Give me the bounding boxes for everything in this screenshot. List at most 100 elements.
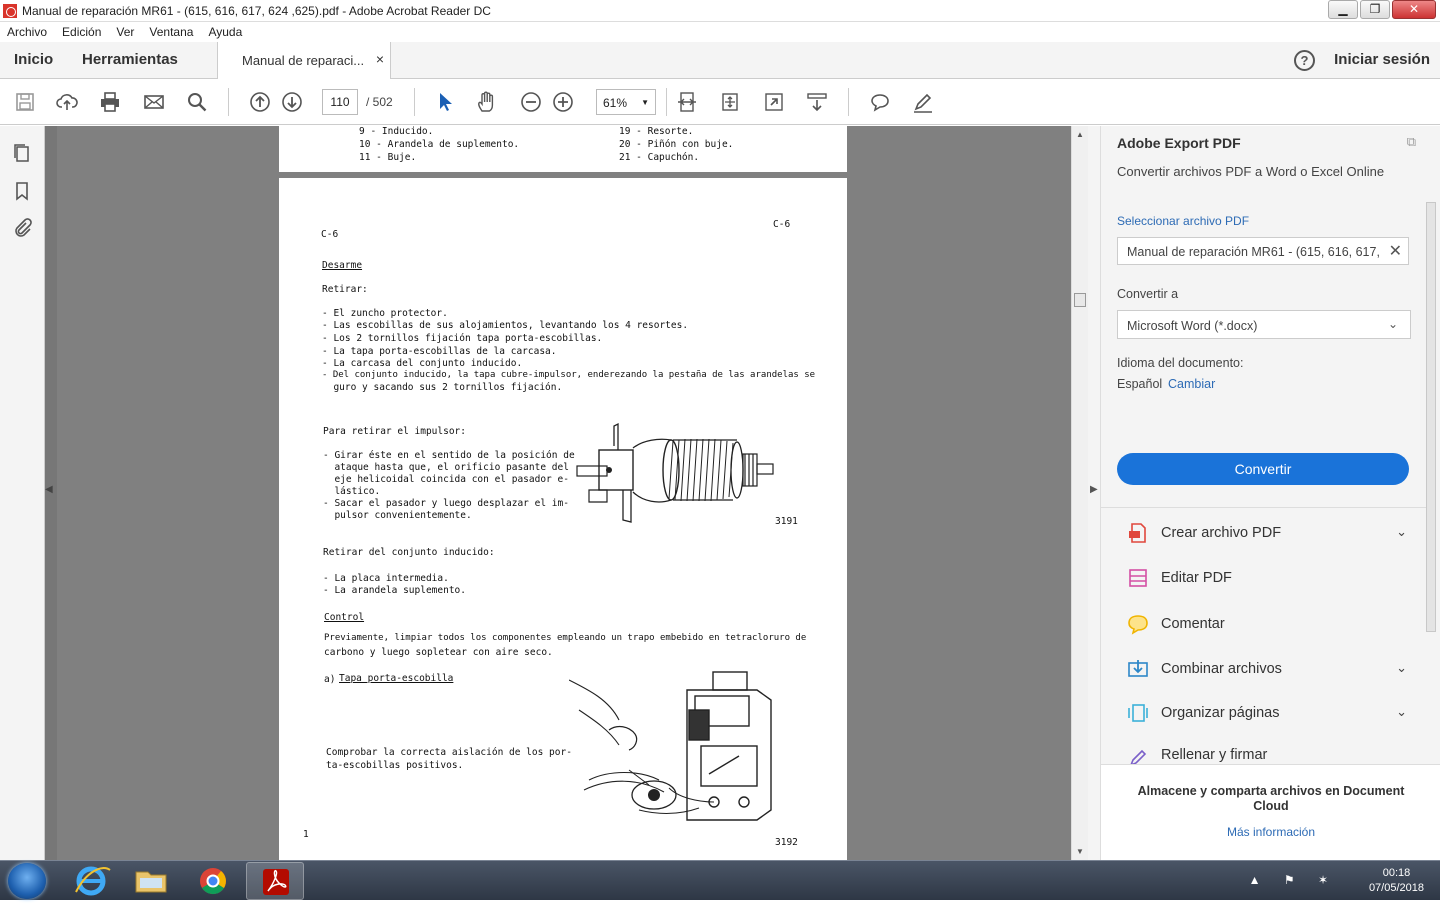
inducido-heading: Retirar del conjunto inducido: [323,547,495,558]
help-icon[interactable]: ? [1294,50,1315,71]
selected-file-field[interactable]: Manual de reparación MR61 - (615, 616, 6… [1117,237,1409,265]
select-arrow-icon[interactable] [434,91,456,113]
document-scrollbar[interactable]: ▲ ▼ [1071,126,1088,860]
fill-sign-icon [1130,749,1147,764]
tool-label: Comentar [1161,616,1225,632]
tool-fill-sign[interactable]: Rellenar y firmar [1127,743,1407,764]
clock[interactable]: 00:18 07/05/2018 [1369,866,1424,896]
scroll-mode-icon[interactable] [806,91,828,113]
print-icon[interactable] [99,91,121,113]
mail-icon[interactable] [143,91,165,113]
previous-pdf-page: 9 - Inducido. 19 - Resorte. 10 - Arandel… [279,126,847,172]
impulsor-item: eje helicoidal coincida con el pasador e… [323,474,569,485]
system-tray-icons[interactable]: ▲ ⚑ ✶ [1249,873,1338,887]
scrollbar-thumb[interactable] [1074,293,1086,307]
bookmark-icon[interactable] [11,180,33,202]
figure-number: 3191 [775,516,798,527]
comment-icon[interactable] [869,91,891,113]
impulsor-item: - Girar éste en el sentido de la posició… [323,450,575,461]
start-button[interactable] [8,863,46,899]
tab-document[interactable]: Manual de reparaci... × [217,42,391,79]
clock-date: 07/05/2018 [1368,882,1424,894]
left-panel-toggle[interactable]: ◀ [45,126,57,860]
tool-label: Crear archivo PDF [1161,525,1282,541]
signin-link[interactable]: Iniciar sesión [1334,51,1430,68]
page-up-icon[interactable] [249,91,271,113]
parts-list-item: 21 - Capuchón. [619,152,700,163]
tool-edit-pdf[interactable]: Editar PDF [1127,563,1407,593]
chevron-down-icon[interactable]: ⌄ [1396,660,1407,676]
windows-taskbar: ▲ ⚑ ✶ 00:18 07/05/2018 [0,860,1440,900]
fit-width-icon[interactable] [719,91,741,113]
change-language-link[interactable]: Cambiar [1168,377,1215,391]
retirar-item: - La carcasa del conjunto inducido. [322,358,523,369]
menu-bar: Archivo Edición Ver Ventana Ayuda [0,22,1440,42]
tool-organize-pages[interactable]: Organizar páginas ⌄ [1127,698,1407,728]
chrome-icon[interactable] [184,862,242,900]
format-select[interactable]: Microsoft Word (*.docx) ⌄ [1117,310,1411,339]
scrollbar-thumb[interactable] [1426,202,1436,632]
page-down-icon[interactable] [281,91,303,113]
close-tab-icon[interactable]: × [376,51,384,67]
internet-explorer-icon[interactable] [62,862,120,900]
format-value: Microsoft Word (*.docx) [1127,319,1258,333]
attachment-icon[interactable] [11,216,33,238]
upload-icon[interactable] [56,91,78,113]
full-screen-icon[interactable] [763,91,785,113]
menu-ventana[interactable]: Ventana [149,25,193,39]
page-header-left: C-6 [321,229,339,240]
tab-bar: Inicio Herramientas Manual de reparaci..… [0,42,1440,79]
combine-files-icon [1128,660,1148,677]
tools-panel-scrollbar[interactable] [1424,126,1438,764]
tool-comment[interactable]: Comentar [1127,609,1407,639]
document-tab-label: Manual de reparaci... [242,53,365,68]
scroll-down-icon[interactable]: ▼ [1076,847,1084,856]
tool-combine-files[interactable]: Combinar archivos ⌄ [1127,654,1407,684]
document-viewer[interactable]: ◀ ▶ 9 - Inducido. 19 - Resorte. 10 - Ara… [45,126,1071,860]
chevron-down-icon[interactable]: ⌄ [1396,704,1407,720]
tool-create-pdf[interactable]: Crear archivo PDF ⌄ [1127,518,1407,548]
page-number-input[interactable]: 110 [322,89,358,115]
copy-icon[interactable]: ⧉ [1407,134,1416,150]
maximize-button[interactable]: ❐ [1360,0,1390,19]
save-icon[interactable] [14,91,36,113]
clear-file-icon[interactable]: ✕ [1389,241,1402,261]
zoom-out-icon[interactable] [520,91,542,113]
menu-ver[interactable]: Ver [116,25,134,39]
minimize-button[interactable]: ▁ [1328,0,1358,19]
chevron-down-icon: ⌄ [1387,317,1398,331]
zoom-in-icon[interactable] [552,91,574,113]
impulsor-item: pulsor convenientemente. [323,510,472,521]
menu-edicion[interactable]: Edición [62,25,101,39]
right-pane-collapse-handle[interactable]: ▶ [1088,126,1100,860]
parts-list-item: 9 - Inducido. [359,126,434,137]
parts-list-item: 11 - Buje. [359,152,417,163]
hand-icon[interactable] [476,91,498,113]
page-thumbnails-icon[interactable] [11,142,33,164]
impulsor-item: - Sacar el pasador y luego desplazar el … [323,498,569,509]
highlight-pen-icon[interactable] [912,91,934,113]
scroll-up-icon[interactable]: ▲ [1076,130,1084,139]
file-explorer-icon[interactable] [122,862,180,900]
convert-button[interactable]: Convertir [1117,453,1409,485]
document-language-value: Español [1117,377,1163,391]
tab-home[interactable]: Inicio [14,51,53,68]
organize-pages-icon [1128,704,1148,722]
menu-archivo[interactable]: Archivo [7,25,47,39]
acrobat-taskbar-icon[interactable] [246,862,304,900]
select-pdf-link[interactable]: Seleccionar archivo PDF [1117,214,1249,228]
search-icon[interactable] [186,91,208,113]
menu-ayuda[interactable]: Ayuda [208,25,242,39]
close-window-button[interactable]: ✕ [1392,0,1436,19]
parts-list-item: 20 - Piñón con buje. [619,139,734,150]
page-fit-icon[interactable] [676,91,698,113]
tab-tools[interactable]: Herramientas [82,51,178,68]
subsection-prefix: a) [324,674,336,685]
acrobat-app-icon [3,3,17,18]
chevron-down-icon[interactable]: ⌄ [1396,524,1407,540]
zoom-select[interactable]: 61% ▼ [596,89,656,115]
page-mark: 1 [303,829,309,840]
document-language-label: Idioma del documento: [1117,356,1244,370]
more-info-link[interactable]: Más información [1101,825,1440,839]
retirar-item: - Las escobillas de sus alojamientos, le… [322,320,689,331]
